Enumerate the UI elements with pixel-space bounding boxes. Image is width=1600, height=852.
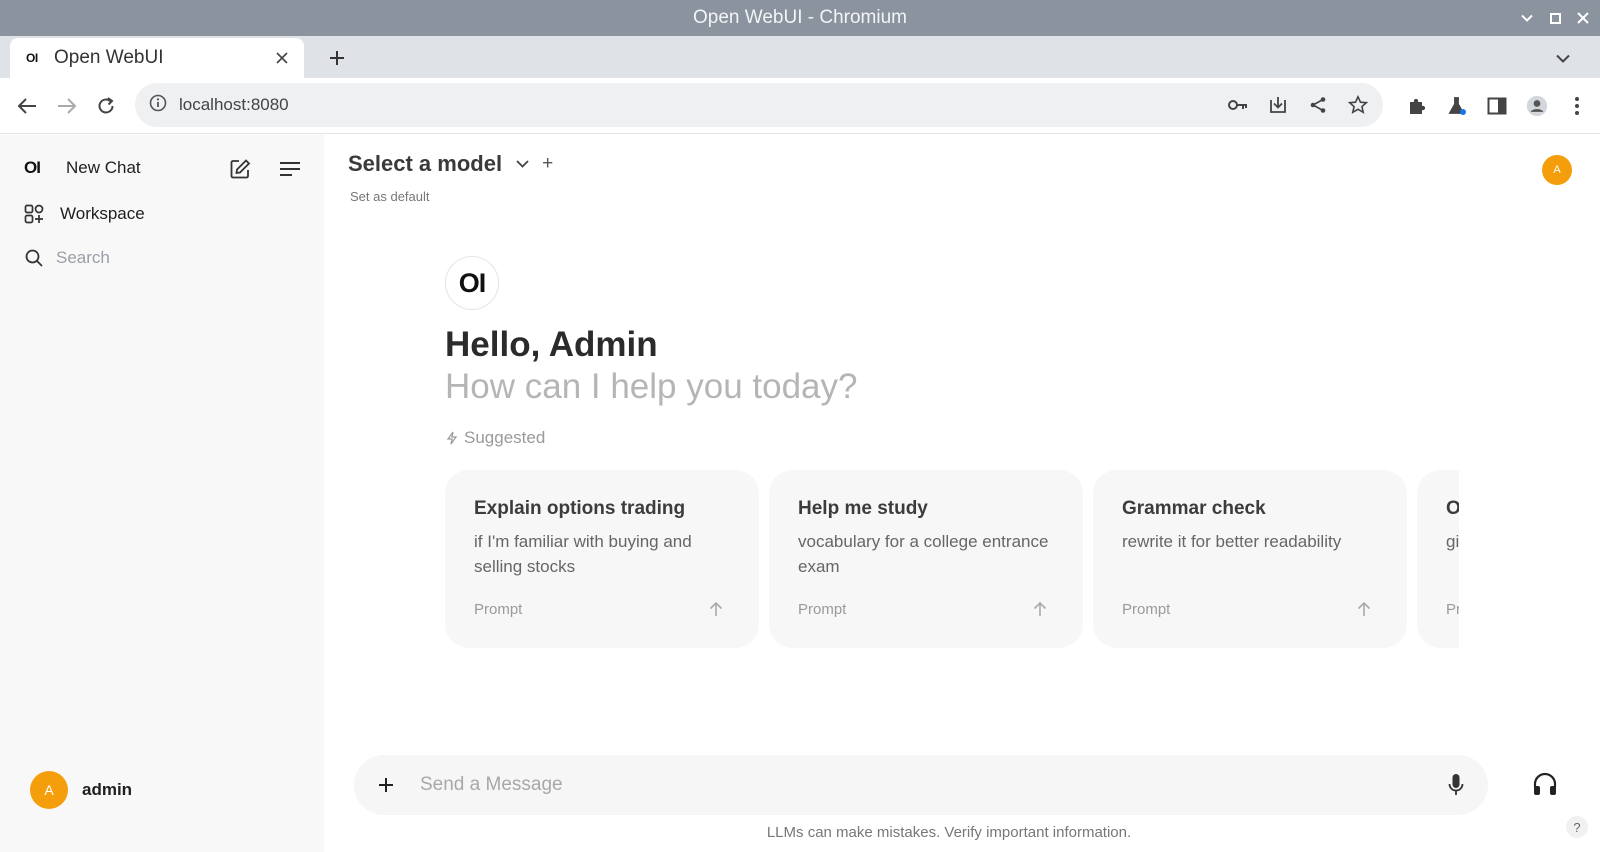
- user-menu[interactable]: A admin: [30, 771, 132, 809]
- new-chat-link[interactable]: OI New Chat: [24, 158, 141, 178]
- workspace-label: Workspace: [60, 204, 145, 223]
- card-subtitle: if I'm familiar with buying and selling …: [474, 532, 692, 576]
- suggested-text: Suggested: [464, 428, 546, 447]
- arrow-up-icon: [707, 600, 725, 618]
- suggestion-card[interactable]: Grammar check rewrite it for better read…: [1093, 470, 1407, 648]
- bookmark-star-icon[interactable]: [1347, 94, 1369, 116]
- browser-menu-icon[interactable]: [1566, 92, 1588, 120]
- sidebar: OI New Chat Workspace Search A admin: [0, 135, 324, 852]
- new-chat-edit-icon[interactable]: [228, 157, 252, 181]
- back-arrow-icon[interactable]: [13, 92, 41, 120]
- tab-open-webui[interactable]: OI Open WebUI: [10, 38, 304, 78]
- help-button[interactable]: ?: [1566, 816, 1588, 838]
- side-panel-icon[interactable]: [1486, 92, 1508, 120]
- search-input[interactable]: Search: [56, 248, 110, 268]
- user-avatar: A: [30, 771, 68, 809]
- address-bar[interactable]: localhost:8080: [135, 83, 1383, 127]
- close-window-icon[interactable]: [1574, 9, 1592, 27]
- card-title: Help me study: [798, 498, 928, 519]
- profile-icon[interactable]: [1526, 92, 1548, 120]
- bolt-icon: [445, 431, 459, 445]
- set-default-link[interactable]: Set as default: [350, 189, 430, 204]
- extension-toolbar: [1406, 92, 1588, 120]
- address-bar-actions: [1227, 83, 1369, 127]
- hero-logo: OI: [445, 256, 499, 310]
- search-icon: [24, 248, 44, 268]
- browser-toolbar: localhost:8080: [0, 78, 1600, 134]
- tab-title: Open WebUI: [54, 47, 164, 68]
- card-title: O: [1446, 498, 1459, 519]
- tab-close-icon[interactable]: [272, 48, 292, 68]
- window-title: Open WebUI - Chromium: [693, 7, 907, 28]
- key-icon[interactable]: [1227, 94, 1249, 116]
- headphones-icon[interactable]: [1530, 769, 1560, 799]
- reload-icon[interactable]: [92, 92, 120, 120]
- arrow-up-icon: [1355, 600, 1373, 618]
- suggestion-cards: Explain options trading if I'm familiar …: [445, 470, 1459, 650]
- sidebar-item-workspace[interactable]: Workspace: [24, 204, 145, 224]
- model-selector[interactable]: Select a model +: [348, 151, 553, 177]
- card-title: Explain options trading: [474, 498, 686, 519]
- arrow-up-icon: [1031, 600, 1049, 618]
- tab-favicon: OI: [26, 51, 38, 65]
- workspace-grid-icon: [24, 204, 44, 224]
- share-icon[interactable]: [1307, 94, 1329, 116]
- message-composer: [354, 755, 1488, 815]
- microphone-icon[interactable]: [1444, 773, 1468, 797]
- window-titlebar: Open WebUI - Chromium: [0, 0, 1600, 36]
- attach-plus-icon[interactable]: [374, 773, 398, 797]
- suggested-label: Suggested: [445, 428, 545, 448]
- card-footer: Prompt: [1122, 600, 1171, 618]
- maximize-icon[interactable]: [1546, 9, 1564, 27]
- new-chat-label: New Chat: [66, 158, 141, 177]
- extensions-puzzle-icon[interactable]: [1406, 92, 1428, 120]
- minimize-icon[interactable]: [1518, 9, 1536, 27]
- suggestion-card[interactable]: Help me study vocabulary for a college e…: [769, 470, 1083, 648]
- greeting: Hello, Admin: [445, 325, 658, 364]
- card-title: Grammar check: [1122, 498, 1266, 519]
- tab-strip: OI Open WebUI: [0, 36, 1600, 78]
- disclaimer: LLMs can make mistakes. Verify important…: [766, 824, 1132, 841]
- forward-arrow-icon[interactable]: [53, 92, 81, 120]
- tab-search-chevron-icon[interactable]: [1552, 47, 1574, 69]
- message-input[interactable]: [420, 774, 1444, 796]
- greeting-subtitle: How can I help you today?: [445, 367, 858, 406]
- sidebar-menu-icon[interactable]: [278, 157, 302, 181]
- address-url[interactable]: localhost:8080: [179, 95, 289, 115]
- user-name: admin: [82, 780, 133, 799]
- chat-main: Select a model + Set as default A OI Hel…: [324, 135, 1600, 852]
- sidebar-search[interactable]: Search: [24, 248, 110, 268]
- suggestion-card[interactable]: O gi Pr: [1417, 470, 1459, 648]
- card-subtitle: vocabulary for a college entrance exam: [798, 532, 1049, 576]
- card-footer: Pr: [1446, 601, 1459, 618]
- install-app-icon[interactable]: [1267, 94, 1289, 116]
- card-subtitle: gi: [1446, 532, 1459, 551]
- card-footer: Prompt: [798, 600, 847, 618]
- new-tab-icon[interactable]: [324, 45, 350, 71]
- suggestion-card[interactable]: Explain options trading if I'm familiar …: [445, 470, 759, 648]
- model-selector-label[interactable]: Select a model: [348, 151, 502, 177]
- chevron-down-icon[interactable]: [514, 156, 530, 172]
- open-webui-logo: OI: [24, 158, 41, 177]
- add-model-button[interactable]: +: [542, 153, 553, 175]
- site-info-icon[interactable]: [149, 94, 167, 117]
- labs-flask-icon[interactable]: [1446, 92, 1468, 120]
- header-user-avatar[interactable]: A: [1542, 155, 1572, 185]
- card-footer: Prompt: [474, 600, 523, 618]
- card-subtitle: rewrite it for better readability: [1122, 532, 1342, 551]
- window-controls: [1518, 0, 1592, 36]
- sidebar-tools: [228, 157, 302, 181]
